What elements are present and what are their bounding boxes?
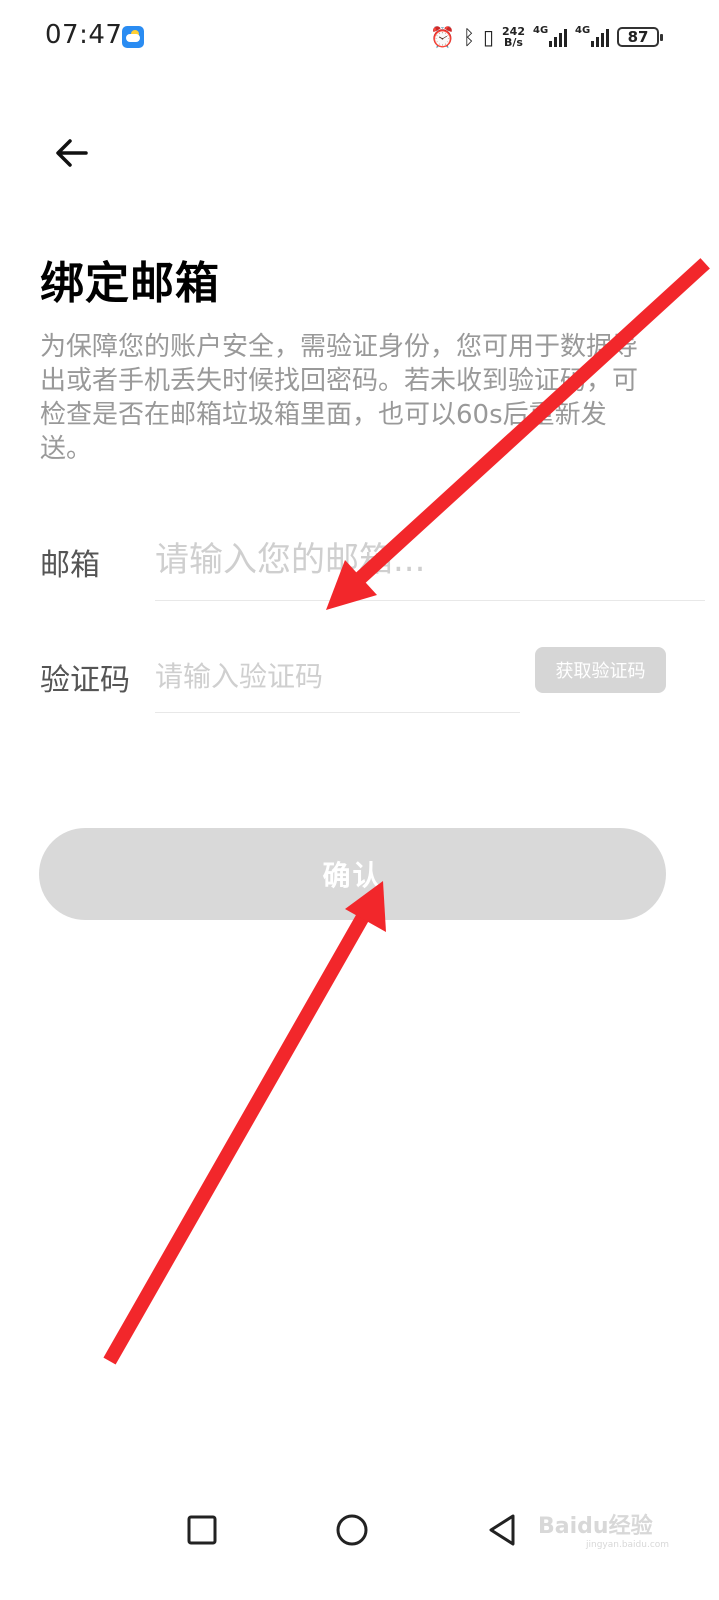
status-time: 07:47 [45, 20, 123, 50]
email-input[interactable] [155, 535, 695, 585]
sim1-network-label: 4G [533, 25, 549, 36]
net-speed: 242 B/s [502, 26, 525, 48]
annotation-arrow-to-confirm [103, 881, 386, 1365]
net-speed-unit: B/s [504, 36, 523, 49]
verification-code-underline [155, 712, 520, 713]
circle-icon [336, 1514, 368, 1546]
get-code-button[interactable]: 获取验证码 [535, 647, 666, 693]
signal-icon-sim1: 4G [533, 25, 567, 47]
page-title: 绑定邮箱 [40, 258, 220, 309]
weather-app-icon [122, 26, 144, 48]
status-bar: 07:47 ⏰ ᛒ ▯ 242 B/s 4G 4G 87 [0, 0, 719, 72]
baidu-watermark-url: jingyan.baidu.com [586, 1540, 670, 1550]
description-text: 为保障您的账户安全，需验证身份，您可用于数据导出或者手机丢失时候找回密码。若未收… [40, 332, 639, 464]
verification-code-label: 验证码 [40, 663, 130, 698]
arrow-left-icon [56, 139, 88, 167]
vibrate-icon: ▯ [483, 25, 495, 49]
signal-icon-sim2: 4G [575, 25, 609, 47]
square-icon [187, 1515, 217, 1545]
status-icons: ⏰ ᛒ ▯ 242 B/s 4G 4G 87 [430, 22, 663, 52]
bluetooth-icon: ᛒ [463, 25, 476, 49]
battery-level: 87 [627, 28, 649, 46]
email-underline [155, 600, 705, 601]
nav-back-button[interactable] [472, 1500, 532, 1560]
recent-apps-button[interactable] [172, 1500, 232, 1560]
alarm-icon: ⏰ [430, 25, 456, 49]
baidu-watermark: Baidu经验 [538, 1514, 653, 1539]
home-button[interactable] [322, 1500, 382, 1560]
battery-icon: 87 [617, 27, 663, 47]
triangle-back-icon [489, 1514, 515, 1546]
annotation-arrows [103, 258, 710, 1365]
confirm-button[interactable]: 确认 [39, 828, 666, 920]
email-label: 邮箱 [40, 548, 100, 583]
verification-code-input[interactable] [155, 655, 515, 697]
back-button[interactable] [50, 132, 94, 176]
sim2-network-label: 4G [575, 25, 591, 36]
